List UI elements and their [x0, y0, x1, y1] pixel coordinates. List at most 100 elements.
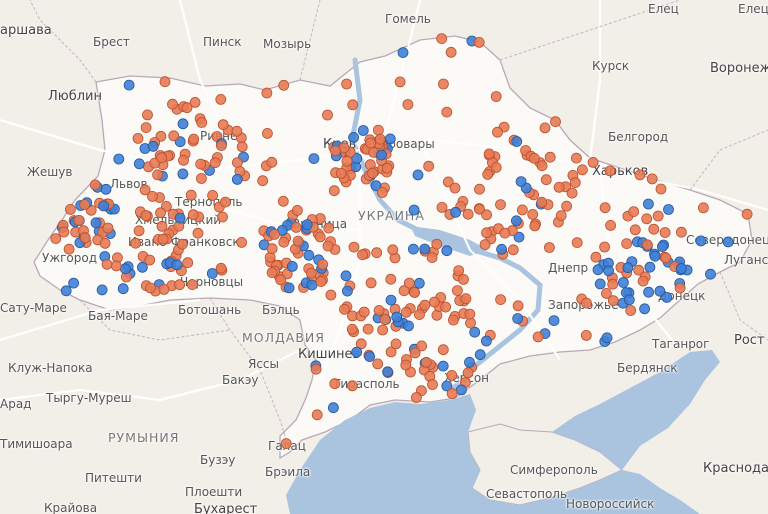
- map-marker-orange[interactable]: [311, 409, 323, 421]
- map-marker-orange[interactable]: [329, 145, 341, 157]
- map-marker-blue[interactable]: [348, 131, 360, 143]
- map-marker-orange[interactable]: [266, 243, 278, 255]
- map-marker-orange[interactable]: [379, 314, 391, 325]
- map-marker-orange[interactable]: [604, 165, 616, 177]
- map-marker-orange[interactable]: [571, 152, 582, 164]
- map-marker-orange[interactable]: [431, 238, 443, 250]
- map-marker-orange[interactable]: [621, 238, 633, 250]
- map-marker-orange[interactable]: [625, 305, 637, 316]
- marker-layer[interactable]: [0, 0, 768, 514]
- map-marker-orange[interactable]: [280, 438, 292, 450]
- map-marker-orange[interactable]: [528, 152, 540, 164]
- map-marker-orange[interactable]: [156, 220, 168, 232]
- map-marker-orange[interactable]: [571, 237, 583, 249]
- map-marker-blue[interactable]: [120, 263, 131, 275]
- map-marker-orange[interactable]: [277, 195, 289, 207]
- map-marker-orange[interactable]: [328, 185, 340, 197]
- map-marker-blue[interactable]: [455, 384, 467, 396]
- map-marker-blue[interactable]: [657, 241, 668, 253]
- map-marker-orange[interactable]: [65, 203, 76, 215]
- map-marker-orange[interactable]: [423, 160, 435, 172]
- map-marker-blue[interactable]: [474, 349, 486, 361]
- map-marker-orange[interactable]: [410, 392, 422, 403]
- map-marker-blue[interactable]: [649, 250, 661, 262]
- map-marker-orange[interactable]: [156, 152, 168, 164]
- map-marker-orange[interactable]: [605, 219, 616, 231]
- map-marker-orange[interactable]: [431, 309, 443, 321]
- map-marker-orange[interactable]: [587, 156, 599, 168]
- map-marker-blue[interactable]: [469, 326, 481, 338]
- map-marker-orange[interactable]: [341, 155, 353, 167]
- map-marker-orange[interactable]: [217, 211, 228, 223]
- map-marker-blue[interactable]: [171, 259, 183, 271]
- map-marker-orange[interactable]: [79, 232, 91, 244]
- map-marker-blue[interactable]: [96, 284, 108, 296]
- map-marker-blue[interactable]: [419, 243, 431, 255]
- map-marker-orange[interactable]: [339, 303, 350, 315]
- map-marker-orange[interactable]: [446, 369, 458, 381]
- map-marker-orange[interactable]: [437, 78, 449, 90]
- map-marker-orange[interactable]: [185, 189, 197, 201]
- map-marker-orange[interactable]: [167, 98, 178, 110]
- map-marker-orange[interactable]: [641, 213, 653, 225]
- map-marker-orange[interactable]: [89, 179, 101, 191]
- map-marker-orange[interactable]: [79, 199, 91, 210]
- map-marker-orange[interactable]: [426, 252, 438, 264]
- map-marker-orange[interactable]: [261, 127, 273, 139]
- map-marker-orange[interactable]: [144, 282, 156, 294]
- map-marker-orange[interactable]: [544, 242, 555, 253]
- map-marker-orange[interactable]: [492, 126, 503, 138]
- map-marker-blue[interactable]: [603, 265, 614, 277]
- map-marker-orange[interactable]: [372, 358, 384, 370]
- map-marker-orange[interactable]: [517, 204, 528, 216]
- map-marker-orange[interactable]: [536, 196, 548, 208]
- map-marker-orange[interactable]: [310, 363, 322, 375]
- map-marker-blue[interactable]: [412, 169, 424, 181]
- map-marker-blue[interactable]: [512, 313, 524, 324]
- map-marker-orange[interactable]: [660, 252, 672, 264]
- map-marker-blue[interactable]: [206, 268, 218, 279]
- map-marker-blue[interactable]: [306, 279, 318, 291]
- map-marker-orange[interactable]: [577, 164, 588, 176]
- map-marker-blue[interactable]: [68, 277, 79, 289]
- map-marker-orange[interactable]: [474, 183, 485, 195]
- map-marker-orange[interactable]: [99, 237, 111, 249]
- map-marker-orange[interactable]: [441, 106, 453, 118]
- map-marker-orange[interactable]: [376, 187, 388, 198]
- map-marker-orange[interactable]: [110, 260, 122, 272]
- map-marker-orange[interactable]: [357, 249, 368, 261]
- map-marker-orange[interactable]: [507, 244, 519, 256]
- map-marker-orange[interactable]: [186, 279, 198, 291]
- map-marker-blue[interactable]: [147, 140, 159, 152]
- map-marker-orange[interactable]: [464, 308, 476, 320]
- map-marker-blue[interactable]: [286, 260, 298, 272]
- map-marker-blue[interactable]: [496, 243, 508, 255]
- map-marker-blue[interactable]: [327, 402, 339, 414]
- map-marker-blue[interactable]: [705, 268, 716, 280]
- map-marker-orange[interactable]: [278, 236, 290, 248]
- map-marker-blue[interactable]: [283, 282, 295, 294]
- map-marker-orange[interactable]: [362, 323, 374, 335]
- map-marker-orange[interactable]: [628, 206, 640, 218]
- map-marker-orange[interactable]: [462, 367, 474, 379]
- map-marker-orange[interactable]: [231, 157, 243, 169]
- map-marker-blue[interactable]: [308, 153, 320, 165]
- map-view[interactable]: аршава Брест Пинск Мозырь Гомель Елец Ел…: [0, 0, 768, 514]
- map-marker-orange[interactable]: [266, 156, 278, 168]
- map-marker-orange[interactable]: [479, 239, 491, 251]
- map-marker-orange[interactable]: [403, 277, 415, 289]
- map-marker-orange[interactable]: [291, 204, 303, 216]
- map-marker-orange[interactable]: [58, 226, 70, 238]
- map-marker-orange[interactable]: [637, 275, 649, 287]
- map-marker-orange[interactable]: [495, 199, 506, 211]
- map-marker-orange[interactable]: [292, 235, 304, 247]
- map-marker-orange[interactable]: [305, 267, 317, 279]
- map-marker-orange[interactable]: [155, 207, 166, 219]
- map-marker-orange[interactable]: [278, 79, 290, 91]
- map-marker-orange[interactable]: [358, 306, 370, 318]
- map-marker-orange[interactable]: [367, 167, 378, 179]
- map-marker-blue[interactable]: [90, 217, 102, 229]
- map-marker-orange[interactable]: [473, 203, 485, 215]
- map-marker-orange[interactable]: [325, 289, 337, 301]
- map-marker-blue[interactable]: [100, 183, 112, 195]
